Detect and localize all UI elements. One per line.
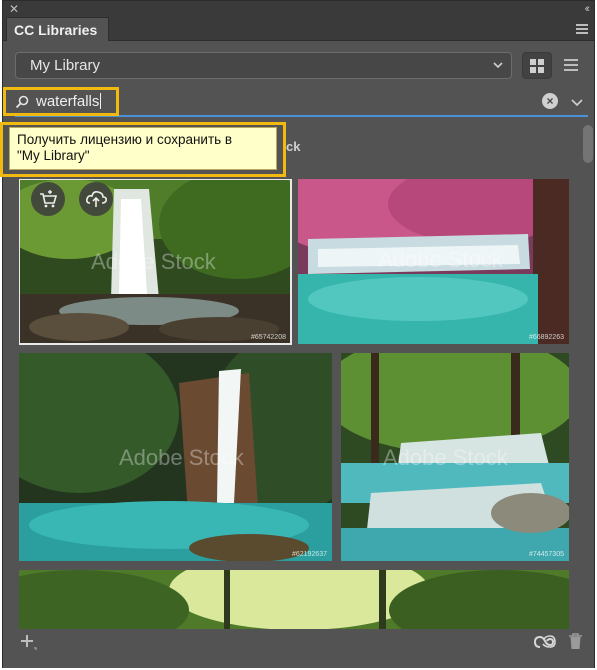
result-thumbnail[interactable] bbox=[19, 570, 569, 629]
panel-top-strip: ✕ ‹‹ bbox=[3, 1, 594, 17]
panel-menu-icon[interactable] bbox=[576, 24, 588, 34]
asset-id: #74457305 bbox=[528, 551, 564, 558]
asset-id: #66892263 bbox=[528, 334, 564, 341]
library-dropdown[interactable]: My Library bbox=[15, 52, 512, 79]
result-thumbnail[interactable]: Adobe Stock #66892263 bbox=[298, 179, 569, 344]
list-view-button[interactable] bbox=[555, 52, 585, 79]
search-highlight-frame bbox=[3, 87, 119, 116]
result-thumbnail[interactable]: Adobe Stock #74457305 bbox=[341, 353, 569, 561]
search-results-grid: Adobe Stock #65742208 Adobe Stock #66892… bbox=[19, 179, 571, 629]
tooltip-line-2: "My Library" bbox=[17, 148, 90, 163]
panel-tab-bar: CC Libraries bbox=[3, 17, 594, 41]
cloud-save-icon[interactable] bbox=[79, 182, 113, 216]
section-label: ck bbox=[286, 139, 301, 154]
collapse-panel-icon[interactable]: ‹‹ bbox=[585, 2, 591, 16]
results-scrollbar[interactable] bbox=[582, 121, 594, 631]
grid-view-button[interactable] bbox=[522, 52, 552, 79]
add-icon[interactable] bbox=[19, 633, 37, 651]
tab-cc-libraries[interactable]: CC Libraries bbox=[6, 17, 109, 41]
license-and-save-icon[interactable] bbox=[31, 182, 65, 216]
asset-id: #65742208 bbox=[250, 334, 286, 341]
close-panel-icon[interactable]: ✕ bbox=[9, 2, 19, 16]
watermark: Adobe Stock bbox=[383, 445, 508, 470]
panel-footer bbox=[3, 631, 594, 668]
trash-icon[interactable] bbox=[568, 632, 583, 651]
chevron-down-icon bbox=[493, 62, 503, 69]
result-thumbnail[interactable]: Adobe Stock #65742208 bbox=[19, 179, 292, 345]
asset-id: #62192637 bbox=[291, 551, 327, 558]
search-options-chevron-icon[interactable] bbox=[571, 97, 583, 107]
tooltip-line-1: Получить лицензию и сохранить в bbox=[17, 132, 233, 147]
library-dropdown-value: My Library bbox=[30, 57, 101, 74]
watermark: Adobe Stock bbox=[378, 247, 503, 272]
scrollbar-thumb[interactable] bbox=[583, 125, 593, 163]
license-tooltip: Получить лицензию и сохранить в "My Libr… bbox=[9, 127, 277, 170]
clear-search-icon[interactable]: × bbox=[542, 93, 558, 109]
result-thumbnail[interactable]: Adobe Stock #62192637 bbox=[19, 353, 332, 561]
cc-libraries-panel: ✕ ‹‹ CC Libraries My Library waterfalls … bbox=[2, 0, 595, 668]
watermark: Adobe Stock bbox=[91, 249, 216, 274]
creative-cloud-icon[interactable] bbox=[534, 633, 556, 651]
watermark: Adobe Stock bbox=[119, 445, 244, 470]
